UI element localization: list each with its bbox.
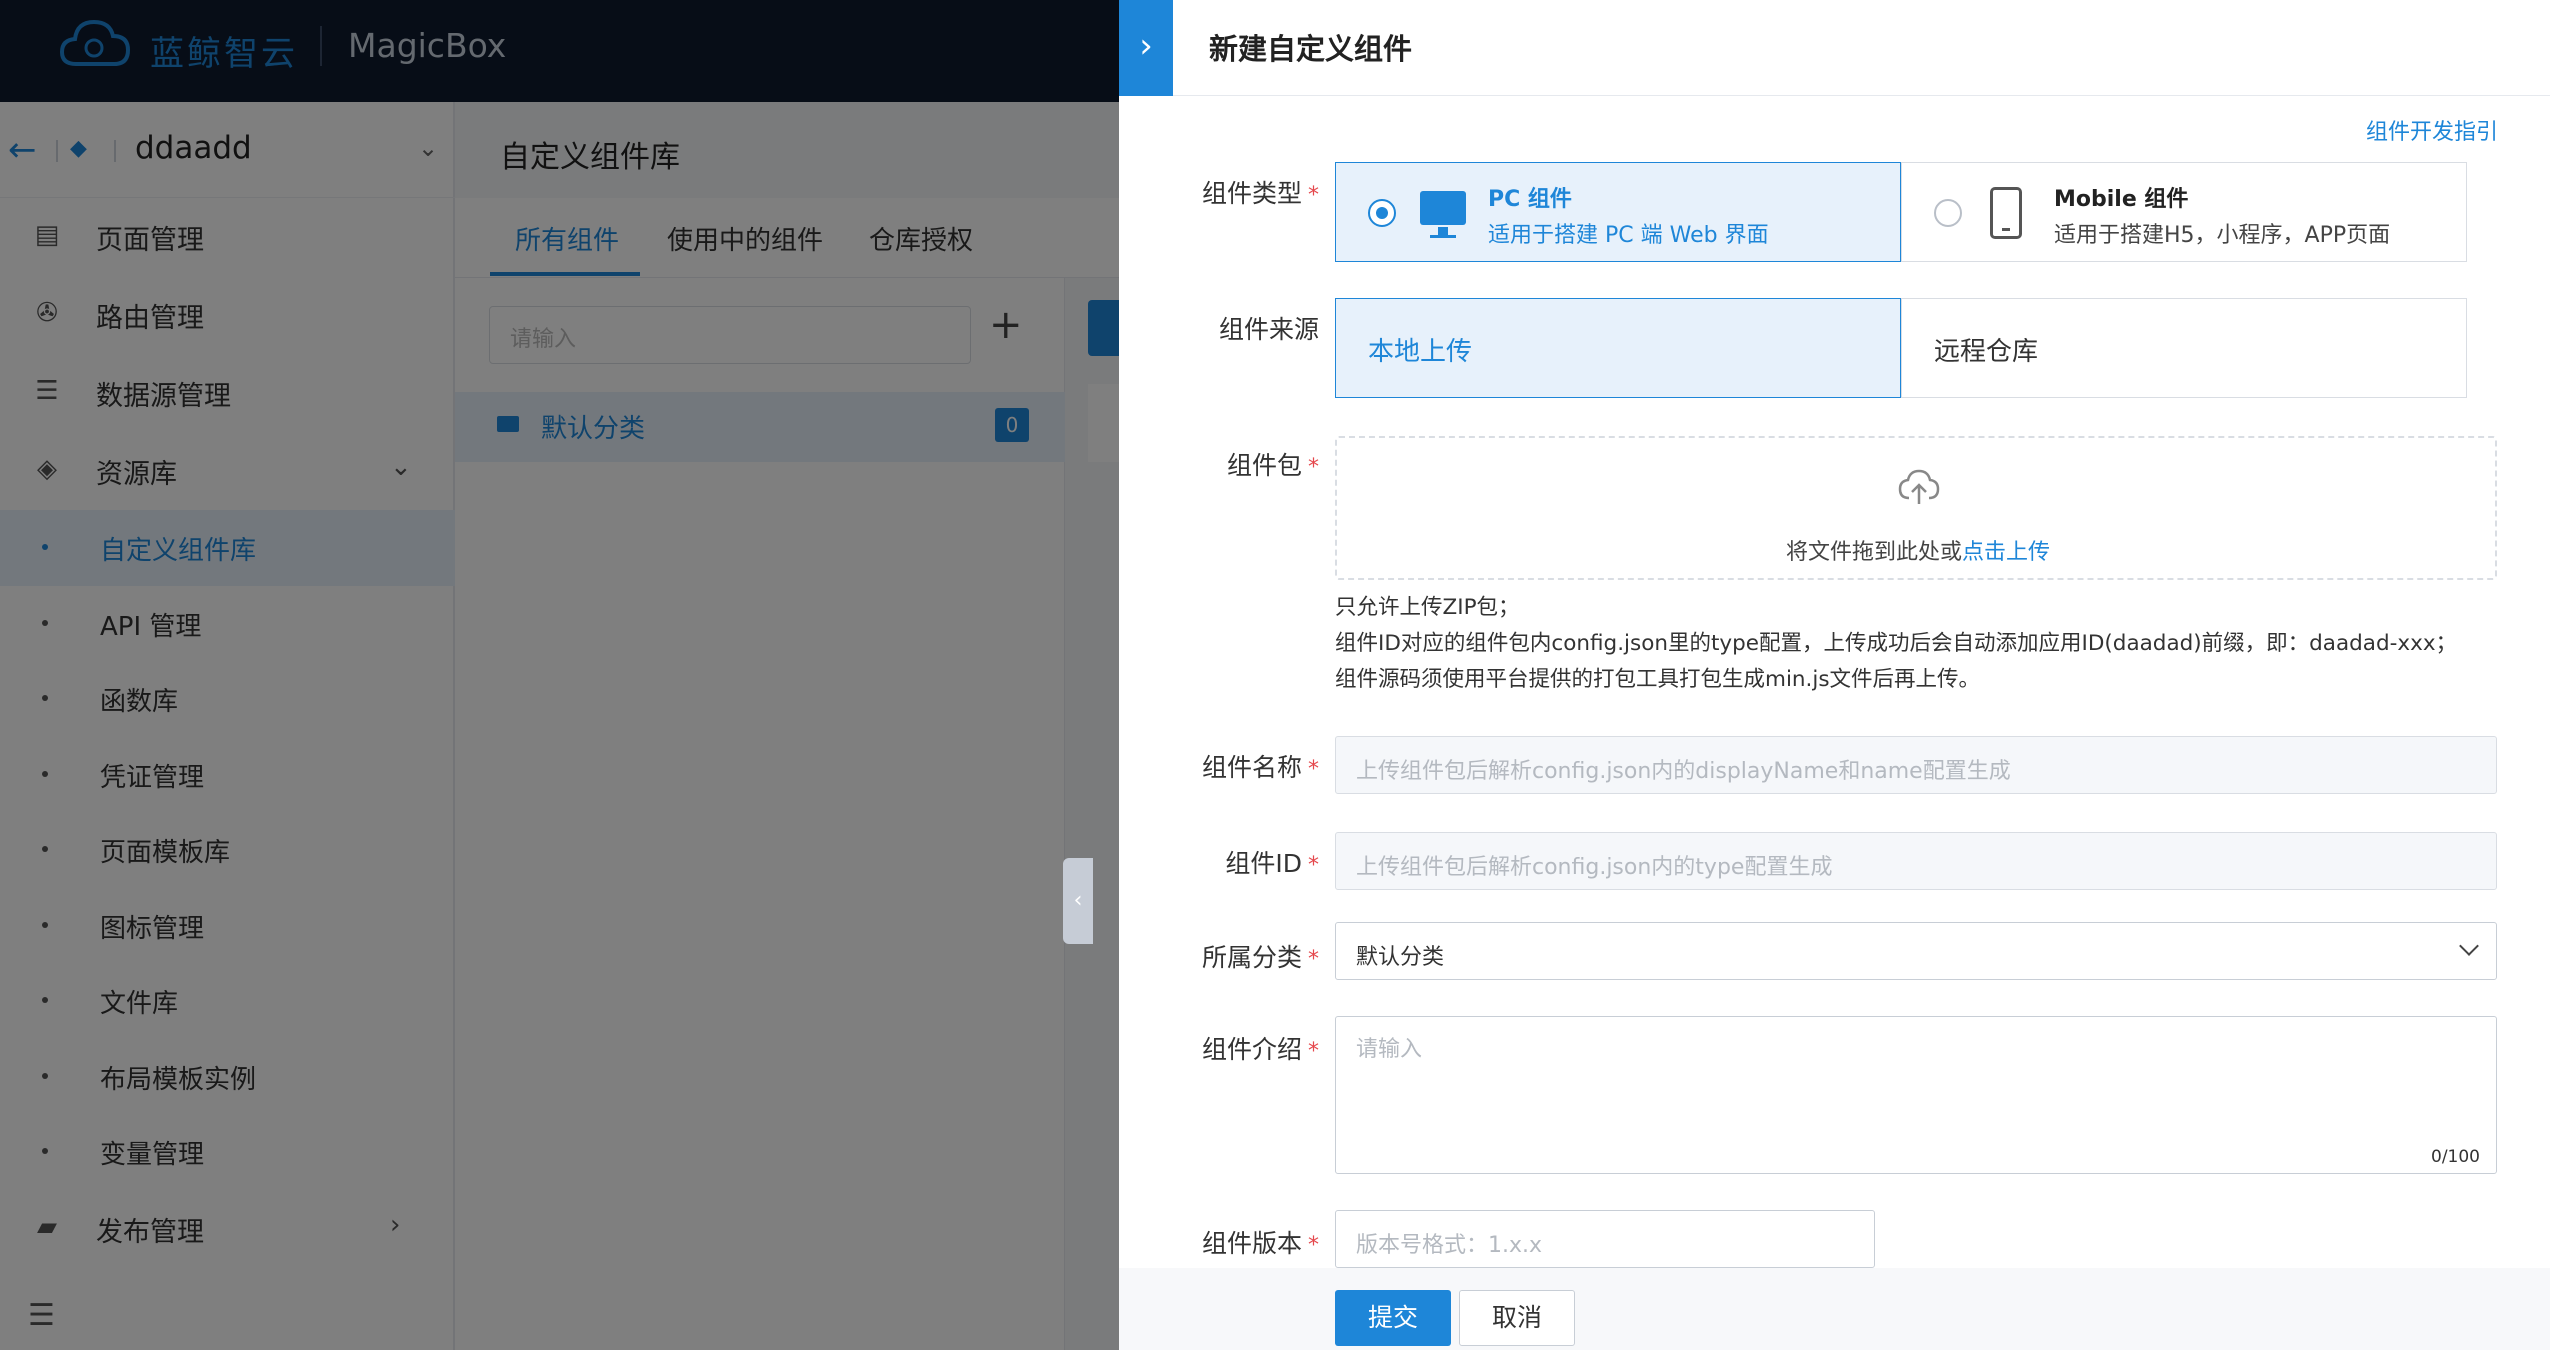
chevron-left-icon[interactable]: ‹ xyxy=(1063,858,1093,944)
dropzone-text: 将文件拖到此处或点击上传 xyxy=(1785,540,2051,565)
hint-line: 组件源码须使用平台提供的打包工具打包生成min.js文件后再上传。 xyxy=(1335,667,1981,692)
type-option-pc[interactable]: PC 组件 适用于搭建 PC 端 Web 界面 xyxy=(1335,162,1901,262)
monitor-icon xyxy=(1420,191,1466,238)
source-label: 组件来源 xyxy=(1218,315,1319,344)
click-upload-link[interactable]: 点击上传 xyxy=(1962,540,2050,565)
cancel-button[interactable]: 取消 xyxy=(1459,1290,1575,1346)
close-drawer-icon[interactable]: › xyxy=(1119,0,1173,96)
phone-icon xyxy=(1990,187,2022,239)
package-label: 组件包 * xyxy=(1226,451,1319,480)
radio-checked[interactable] xyxy=(1368,199,1396,227)
submit-button[interactable]: 提交 xyxy=(1335,1290,1451,1346)
type-title: PC 组件 xyxy=(1488,187,1572,212)
upload-dropzone[interactable]: 将文件拖到此处或点击上传 xyxy=(1335,436,2497,580)
category-select[interactable]: 默认分类 xyxy=(1335,922,2497,980)
source-local-upload[interactable]: 本地上传 xyxy=(1335,298,1901,398)
input-placeholder: 上传组件包后解析config.json内的displayName和name配置生… xyxy=(1356,759,2011,784)
type-desc: 适用于搭建H5，小程序，APP页面 xyxy=(2054,223,2391,248)
drawer-title: 新建自定义组件 xyxy=(1209,32,1413,66)
drawer-footer: 提交 取消 xyxy=(1119,1268,2550,1350)
char-count: 0/100 xyxy=(2431,1147,2480,1167)
dev-guide-link[interactable]: 组件开发指引 xyxy=(2366,114,2498,146)
cloud-upload-icon xyxy=(1898,469,1940,504)
radio-unchecked[interactable] xyxy=(1934,199,1962,227)
id-label: 组件ID * xyxy=(1225,849,1319,878)
component-intro-textarea[interactable]: 请输入 0/100 xyxy=(1335,1016,2497,1174)
upload-hints: 只允许上传ZIP包； 组件ID对应的组件包内config.json里的type配… xyxy=(1335,590,2457,698)
component-name-input[interactable]: 上传组件包后解析config.json内的displayName和name配置生… xyxy=(1335,736,2497,794)
chevron-down-icon xyxy=(2459,936,2479,956)
name-label: 组件名称 * xyxy=(1201,753,1319,782)
type-title: Mobile 组件 xyxy=(2054,187,2189,212)
intro-label: 组件介绍 * xyxy=(1201,1035,1319,1064)
component-id-input[interactable]: 上传组件包后解析config.json内的type配置生成 xyxy=(1335,832,2497,890)
drawer-header: › 新建自定义组件 xyxy=(1119,0,2550,96)
input-placeholder: 上传组件包后解析config.json内的type配置生成 xyxy=(1356,855,1833,880)
version-label: 组件版本 * xyxy=(1201,1229,1319,1258)
input-placeholder: 版本号格式：1.x.x xyxy=(1356,1233,1543,1258)
hint-line: 只允许上传ZIP包； xyxy=(1335,595,1520,620)
type-label: 组件类型 * xyxy=(1201,179,1319,208)
source-option-label: 远程仓库 xyxy=(1934,337,2039,367)
hint-line: 组件ID对应的组件包内config.json里的type配置，上传成功后会自动添… xyxy=(1335,631,2458,656)
component-version-input[interactable]: 版本号格式：1.x.x xyxy=(1335,1210,1875,1268)
create-component-drawer: › 新建自定义组件 组件开发指引 组件类型 * PC 组件 适用于搭建 PC 端 … xyxy=(1119,0,2550,1350)
type-desc: 适用于搭建 PC 端 Web 界面 xyxy=(1488,223,1769,248)
source-option-label: 本地上传 xyxy=(1368,337,1473,367)
type-option-mobile[interactable]: Mobile 组件 适用于搭建H5，小程序，APP页面 xyxy=(1901,162,2467,262)
textarea-placeholder: 请输入 xyxy=(1356,1037,1423,1062)
category-label: 所属分类 * xyxy=(1201,943,1319,972)
source-remote-repo[interactable]: 远程仓库 xyxy=(1901,298,2467,398)
select-value: 默认分类 xyxy=(1356,945,1445,970)
